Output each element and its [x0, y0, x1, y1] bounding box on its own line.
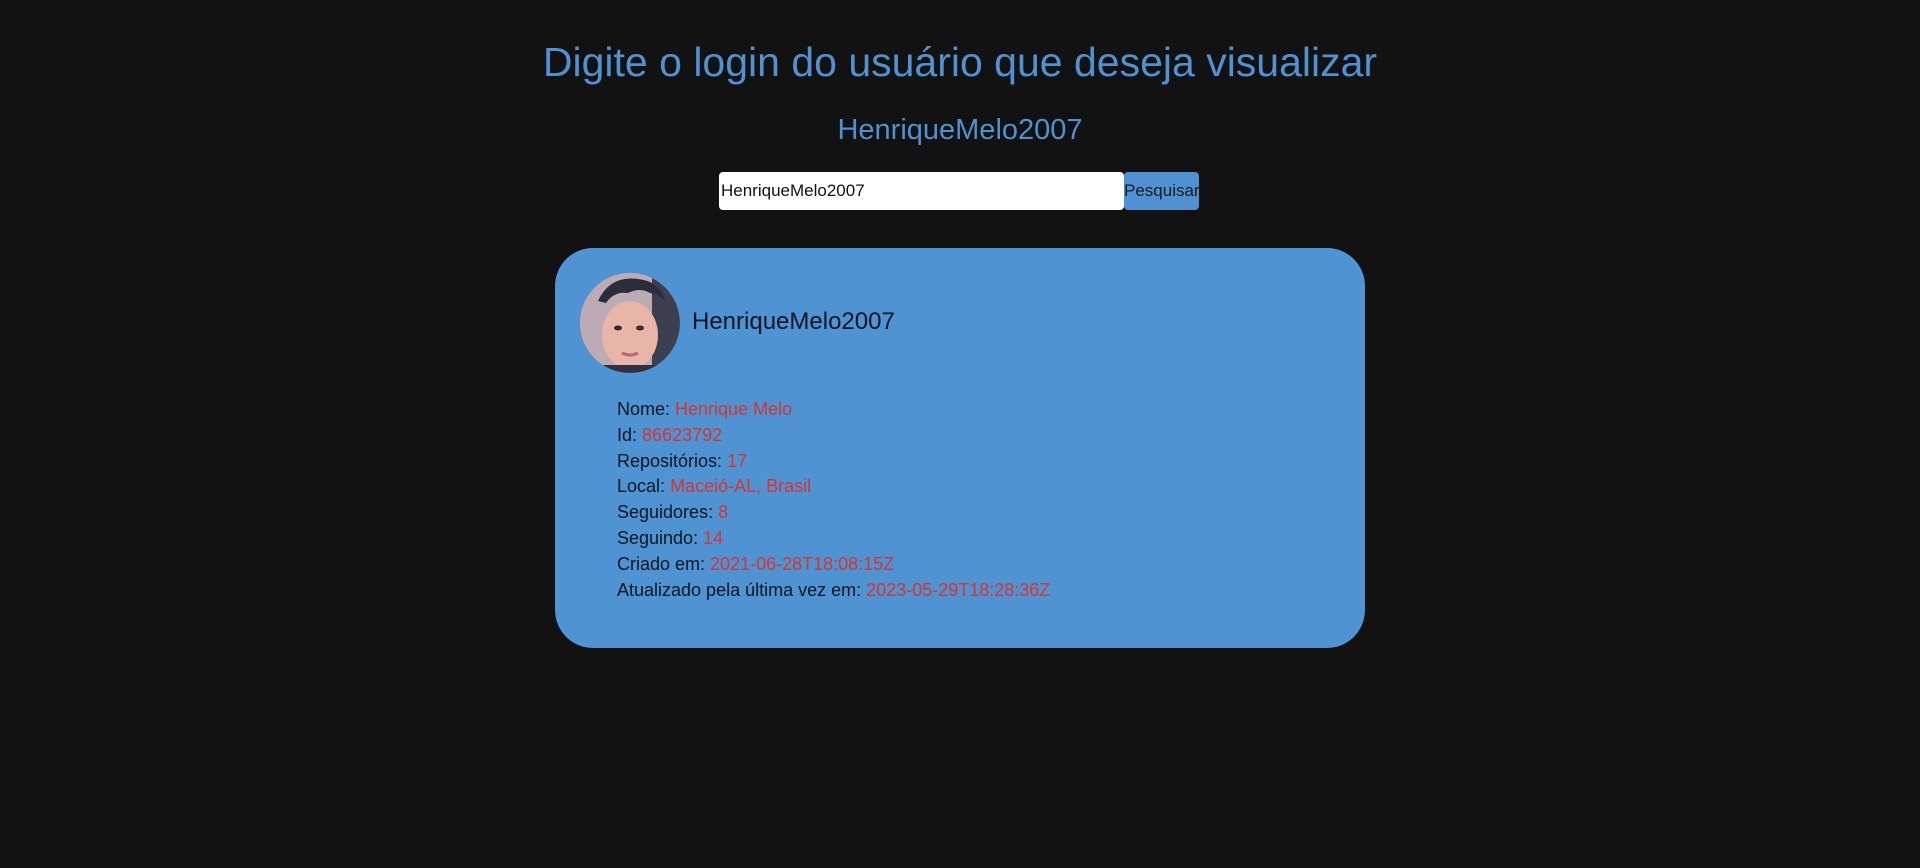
detail-followers: Seguidores: 8 — [617, 500, 1050, 526]
detail-value: 8 — [718, 502, 729, 523]
detail-value: 17 — [727, 450, 748, 471]
detail-value: Henrique Melo — [675, 399, 793, 419]
profile-username: HenriqueMelo2007 — [692, 308, 895, 335]
searched-username: HenriqueMelo2007 — [837, 114, 1083, 146]
detail-value: 2021-06-28T18:08:15Z — [710, 553, 895, 574]
detail-created-at: Criado em: 2021-06-28T18:08:15Z — [617, 552, 1050, 578]
detail-value: 2023-05-29T18:28:36Z — [866, 579, 1051, 600]
detail-label: Nome: — [617, 399, 671, 419]
detail-label: Repositórios: — [617, 450, 723, 471]
detail-following: Seguindo: 14 — [617, 526, 1050, 552]
detail-value: 14 — [703, 527, 724, 548]
detail-label: Criado em: — [617, 553, 706, 574]
detail-label: Atualizado pela última vez em: — [617, 579, 862, 600]
detail-repositories: Repositórios: 17 — [617, 449, 1050, 475]
detail-location: Local: Maceió-AL, Brasil — [617, 474, 1050, 500]
detail-label: Seguidores: — [617, 502, 714, 523]
search-bar: Pesquisar — [719, 172, 1200, 210]
page-title: Digite o login do usuário que deseja vis… — [542, 39, 1378, 85]
profile-card: HenriqueMelo2007 Nome: Henrique Melo Id:… — [555, 248, 1365, 648]
page: Digite o login do usuário que deseja vis… — [0, 0, 1920, 868]
profile-details: Nome: Henrique Melo Id: 86623792 Reposit… — [617, 397, 1050, 603]
detail-label: Local: — [617, 476, 666, 497]
detail-label: Id: — [617, 424, 638, 445]
search-button[interactable]: Pesquisar — [1124, 172, 1200, 210]
detail-value: Maceió-AL, Brasil — [670, 476, 812, 497]
avatar — [580, 273, 680, 373]
detail-updated-at: Atualizado pela última vez em: 2023-05-2… — [617, 578, 1050, 604]
detail-name: Nome: Henrique Melo — [617, 397, 1050, 423]
detail-value: 86623792 — [642, 424, 723, 445]
search-input[interactable] — [719, 172, 1124, 210]
detail-label: Seguindo: — [617, 527, 699, 548]
avatar-photo-icon — [580, 273, 680, 373]
detail-id: Id: 86623792 — [617, 423, 1050, 449]
